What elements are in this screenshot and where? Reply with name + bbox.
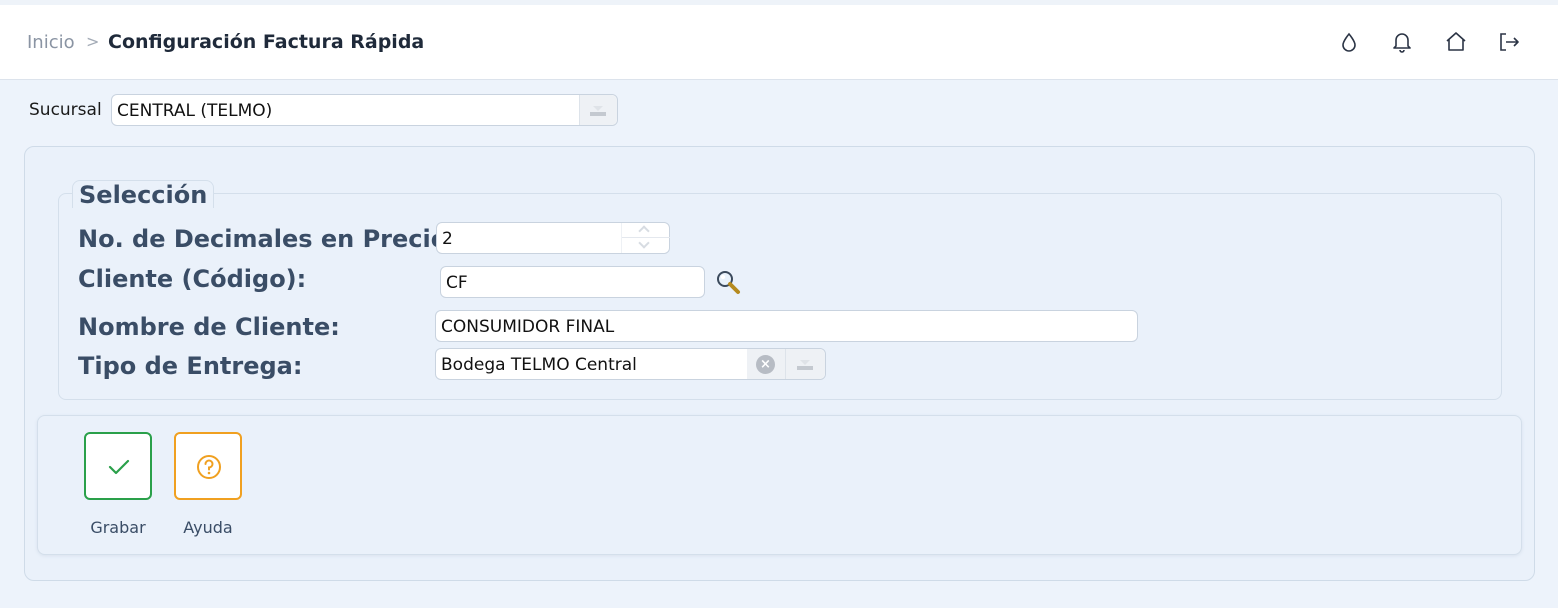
sucursal-dropdown-button[interactable]	[579, 95, 617, 125]
nombre-cliente-value: CONSUMIDOR FINAL	[441, 317, 615, 337]
decimales-spinner[interactable]	[621, 223, 670, 253]
grabar-button[interactable]	[84, 432, 152, 500]
header-bar: Inicio > Configuración Factura Rápida	[0, 5, 1558, 80]
breadcrumb-home[interactable]: Inicio	[27, 32, 75, 53]
tipo-entrega-label: Tipo de Entrega:	[78, 352, 303, 380]
search-icon[interactable]	[714, 268, 742, 296]
sucursal-select[interactable]: CENTRAL (TELMO)	[111, 94, 618, 126]
nombre-cliente-input[interactable]: CONSUMIDOR FINAL	[435, 310, 1138, 342]
cliente-codigo-value: CF	[446, 273, 468, 293]
dropdown-arrow-icon	[590, 106, 606, 116]
decimales-stepper[interactable]: 2	[436, 222, 670, 254]
page-title: Configuración Factura Rápida	[108, 31, 425, 53]
nombre-cliente-label: Nombre de Cliente:	[78, 313, 340, 341]
clear-icon: ×	[756, 355, 775, 374]
tipo-entrega-value: Bodega TELMO Central	[441, 355, 637, 375]
tipo-entrega-select[interactable]: Bodega TELMO Central ×	[435, 348, 826, 380]
decimales-label: No. de Decimales en Precio:	[78, 225, 457, 253]
cliente-codigo-input[interactable]: CF	[440, 266, 705, 298]
dropdown-arrow-icon	[797, 360, 813, 370]
sucursal-label: Sucursal	[29, 100, 102, 120]
spin-divider	[622, 237, 670, 238]
spin-up-icon[interactable]	[638, 225, 650, 237]
cliente-codigo-label: Cliente (Código):	[78, 265, 307, 293]
spin-down-icon[interactable]	[638, 237, 650, 249]
home-icon[interactable]	[1443, 29, 1469, 55]
bell-icon[interactable]	[1389, 29, 1415, 55]
sucursal-value: CENTRAL (TELMO)	[117, 101, 273, 121]
seleccion-legend: Selección	[72, 180, 215, 209]
breadcrumb-separator: >	[86, 32, 100, 51]
tipo-entrega-dropdown-button[interactable]	[785, 349, 825, 379]
check-icon	[108, 459, 130, 475]
grabar-label: Grabar	[90, 518, 146, 537]
decimales-value: 2	[442, 229, 453, 249]
help-icon	[197, 455, 221, 479]
action-panel	[37, 415, 1522, 555]
theme-drop-icon[interactable]	[1336, 29, 1362, 55]
ayuda-label: Ayuda	[183, 518, 233, 537]
ayuda-button[interactable]	[174, 432, 242, 500]
logout-icon[interactable]	[1496, 29, 1522, 55]
clear-selection-button[interactable]: ×	[747, 349, 785, 379]
